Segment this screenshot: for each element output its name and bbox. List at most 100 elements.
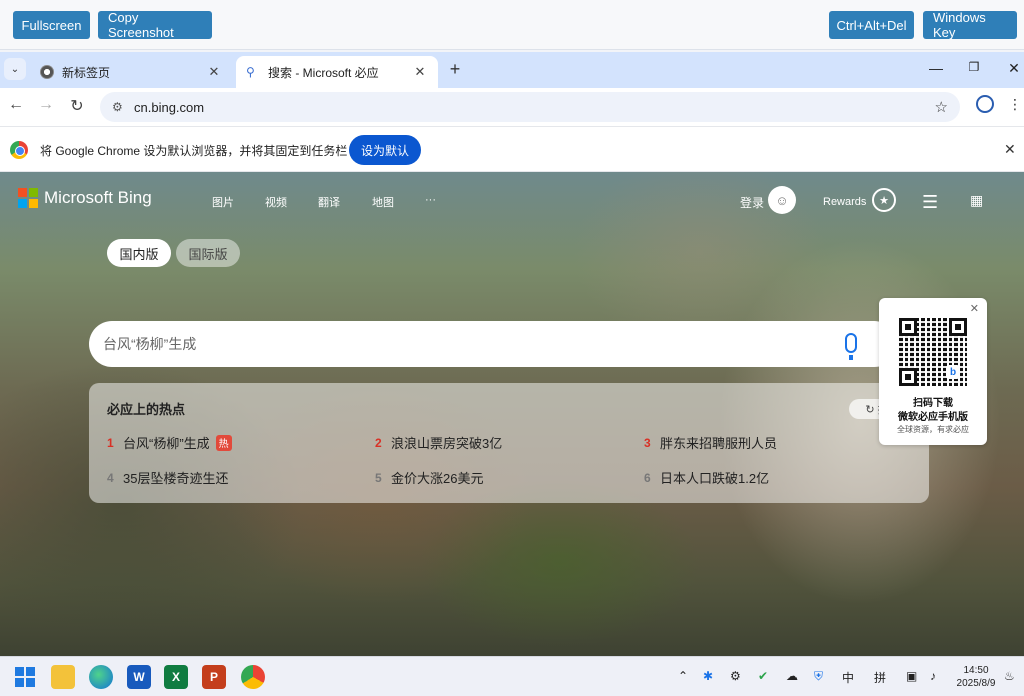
default-browser-infobar: 将 Google Chrome 设为默认浏览器，并将其固定到任务栏 设为默认 ✕: [0, 126, 1024, 172]
site-info-icon[interactable]: ⚙: [112, 100, 128, 114]
nav-videos[interactable]: 视频: [265, 194, 287, 210]
trending-text: 台风“杨柳”生成: [123, 436, 210, 451]
tray-overflow-icon[interactable]: ⌃: [678, 669, 688, 683]
hamburger-menu-icon[interactable]: ☰: [922, 192, 938, 213]
trending-rank: 3: [644, 435, 651, 450]
trending-text: 35层坠楼奇迹生还: [123, 471, 229, 486]
trending-rank: 1: [107, 435, 114, 450]
chevron-down-icon: ⌄: [10, 63, 20, 75]
bing-homepage: Microsoft Bing 图片 视频 翻译 地图 ··· 登录 ☺ Rewa…: [0, 172, 1024, 656]
restore-button[interactable]: ❐: [964, 60, 984, 74]
system-clock[interactable]: 14:50 2025/8/9: [952, 664, 1000, 690]
tab-bing-search[interactable]: ⚲ 搜索 - Microsoft 必应 ✕: [236, 56, 438, 88]
ime-pinyin-label[interactable]: 拼: [874, 669, 886, 686]
trending-item[interactable]: 1 台风“杨柳”生成 热: [107, 433, 232, 452]
trending-item[interactable]: 6 日本人口跌破1.2亿: [644, 468, 769, 487]
trending-rank: 6: [644, 470, 651, 485]
card-line-1: 扫码下载: [913, 398, 953, 409]
trending-text: 浪浪山票房突破3亿: [391, 436, 503, 451]
bluetooth-icon[interactable]: ✱: [703, 669, 713, 683]
copy-screenshot-button[interactable]: Copy Screenshot: [98, 10, 212, 40]
nav-maps[interactable]: 地图: [372, 194, 394, 210]
security-icon[interactable]: ⛨: [814, 669, 823, 684]
nav-more[interactable]: ···: [425, 194, 436, 206]
trending-text: 日本人口跌破1.2亿: [660, 471, 770, 486]
bing-logo[interactable]: Microsoft Bing: [18, 188, 152, 208]
trending-item[interactable]: 5 金价大涨26美元: [375, 468, 483, 487]
app-download-card: ✕ b 扫码下载 微软必应手机版 全球资源，有求必应: [879, 298, 987, 445]
bing-b-icon: b: [946, 365, 960, 379]
nav-images[interactable]: 图片: [212, 194, 234, 210]
chrome-menu-button[interactable]: ⋮: [1008, 96, 1022, 113]
windows-key-button[interactable]: Windows Key: [923, 10, 1017, 40]
nav-translate[interactable]: 翻译: [318, 194, 340, 210]
file-explorer-icon[interactable]: [51, 665, 75, 689]
login-link[interactable]: 登录: [740, 194, 764, 211]
fullscreen-button[interactable]: Fullscreen: [13, 11, 90, 39]
profile-avatar[interactable]: [976, 95, 994, 113]
qr-code-icon[interactable]: ▦: [970, 192, 983, 209]
ime-mode-label[interactable]: 中: [842, 669, 854, 686]
trending-rank: 5: [375, 470, 382, 485]
qr-finder: [949, 318, 967, 336]
minimize-button[interactable]: —: [926, 60, 946, 76]
display-icon[interactable]: ▣: [906, 669, 917, 683]
tab-close-icon[interactable]: ✕: [206, 64, 222, 80]
trending-item[interactable]: 3 胖东来招聘服刑人员: [644, 433, 777, 452]
bookmark-star-icon[interactable]: ☆: [935, 98, 948, 116]
qr-code-image: b: [899, 318, 967, 386]
chrome-logo-icon: [10, 141, 28, 159]
card-close-icon[interactable]: ✕: [970, 302, 979, 315]
clock-date: 2025/8/9: [956, 678, 996, 689]
card-line-2: 微软必应手机版: [898, 412, 968, 423]
trending-item[interactable]: 4 35层坠楼奇迹生还: [107, 468, 228, 487]
network-icon[interactable]: ☁: [786, 669, 798, 683]
check-icon[interactable]: ✔: [758, 669, 768, 683]
notification-bell-icon[interactable]: ♨: [1004, 669, 1015, 683]
back-button[interactable]: ←: [5, 96, 27, 114]
refresh-icon: ↻: [865, 403, 878, 416]
address-bar[interactable]: ⚙ cn.bing.com ☆: [100, 92, 960, 122]
new-tab-button[interactable]: +: [445, 59, 465, 80]
trending-item[interactable]: 2 浪浪山票房突破3亿: [375, 433, 502, 452]
tab-new-tab[interactable]: 新标签页 ✕: [30, 56, 232, 88]
close-window-button[interactable]: ✕: [1004, 60, 1024, 77]
set-default-button[interactable]: 设为默认: [349, 135, 421, 165]
ctrl-alt-del-button[interactable]: Ctrl+Alt+Del: [829, 11, 914, 39]
qr-finder: [899, 318, 917, 336]
search-box: [89, 321, 897, 367]
chrome-toolbar: ← → ↻ ⚙ cn.bing.com ☆: [0, 88, 1024, 126]
tab-search-dropdown[interactable]: ⌄: [4, 58, 26, 80]
powerpoint-icon[interactable]: P: [202, 665, 226, 689]
tab-close-icon[interactable]: ✕: [412, 64, 428, 80]
steam-icon[interactable]: ⚙: [730, 669, 741, 683]
hot-badge: 热: [215, 434, 232, 451]
rewards-link[interactable]: Rewards: [823, 196, 866, 208]
microsoft-logo-icon: [18, 188, 38, 208]
chrome-window: ⌄ 新标签页 ✕ ⚲ 搜索 - Microsoft 必应 ✕ + — ❐ ✕ ←…: [0, 52, 1024, 656]
reload-button[interactable]: ↻: [66, 96, 88, 116]
region-tab-domestic[interactable]: 国内版: [107, 239, 171, 267]
user-avatar-icon[interactable]: ☺: [768, 186, 796, 214]
windows-start-icon[interactable]: [13, 665, 37, 689]
chrome-taskbar-icon[interactable]: [241, 665, 265, 689]
edge-icon[interactable]: [89, 665, 113, 689]
tab-strip: ⌄ 新标签页 ✕ ⚲ 搜索 - Microsoft 必应 ✕ + — ❐ ✕: [0, 52, 1024, 88]
card-line-3: 全球资源，有求必应: [897, 425, 969, 434]
tab-title: 搜索 - Microsoft 必应: [268, 65, 379, 80]
forward-button[interactable]: →: [35, 96, 57, 114]
search-input[interactable]: [103, 336, 803, 352]
word-icon[interactable]: W: [127, 665, 151, 689]
trophy-icon[interactable]: ★: [872, 188, 896, 212]
windows-taskbar: W X P ⌃ ✱ ⚙ ✔ ☁ ⛨ 中 拼 ▣ ♪ 14:50 2025/8/9…: [0, 656, 1024, 696]
trending-rank: 4: [107, 470, 114, 485]
volume-icon[interactable]: ♪: [930, 669, 936, 683]
remote-toolbar: Fullscreen Copy Screenshot Ctrl+Alt+Del …: [0, 0, 1024, 50]
trending-panel: 必应上的热点 ↻ 换 1 台风“杨柳”生成 热 2 浪浪山票房突破3亿 3 胖东…: [89, 383, 929, 503]
trending-text: 金价大涨26美元: [391, 471, 484, 486]
region-tab-international[interactable]: 国际版: [176, 239, 240, 267]
infobar-close-icon[interactable]: ✕: [1004, 141, 1016, 158]
bing-logo-text: Microsoft Bing: [44, 188, 152, 207]
excel-icon[interactable]: X: [164, 665, 188, 689]
microphone-icon[interactable]: [845, 333, 857, 360]
